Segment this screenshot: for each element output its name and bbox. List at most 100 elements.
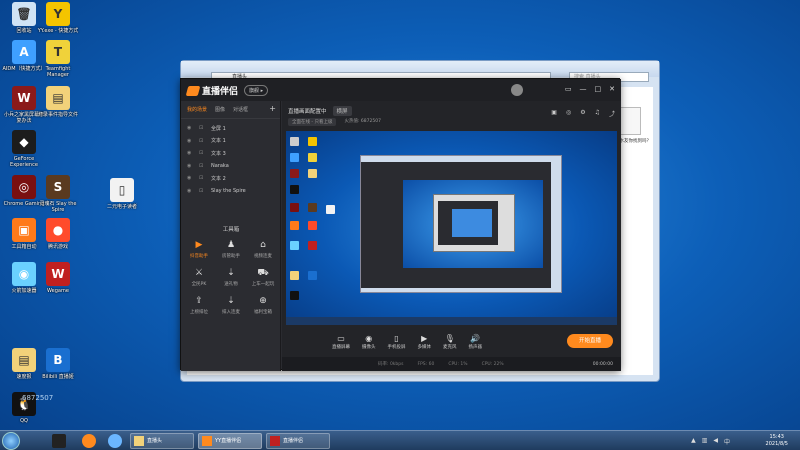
app-titlebar[interactable]: 直播伴侣 旗舰 ▸ ▭ — □ ✕ bbox=[181, 79, 621, 101]
lock-icon[interactable]: ⊡ bbox=[199, 138, 205, 144]
desktop-icon[interactable]: ◆ GeForce Experience bbox=[2, 130, 46, 168]
taskbar-task-label: 直播伴侣 bbox=[283, 438, 304, 444]
tool-icon: ⚔ bbox=[194, 268, 204, 278]
desktop-icon[interactable]: ▤ 灯录事件指导文件 bbox=[36, 86, 80, 118]
eye-icon[interactable]: ◉ bbox=[187, 188, 193, 194]
eye-icon[interactable]: ◉ bbox=[187, 125, 193, 131]
share-icon[interactable]: ⤴ bbox=[609, 109, 615, 118]
taskbar-task[interactable]: YY直播伴侣 bbox=[198, 433, 262, 449]
clock[interactable]: 15:43 2021/8/5 bbox=[766, 434, 788, 448]
source-icon: ◉ bbox=[365, 334, 373, 343]
desktop-app-icon: ▣ bbox=[12, 218, 36, 242]
settings-icon[interactable]: ⚙ bbox=[580, 109, 585, 118]
bell-icon[interactable]: ♫ bbox=[595, 109, 600, 118]
settings-menu-icon[interactable]: ▭ bbox=[565, 85, 572, 93]
tool-label: 全民PK bbox=[191, 282, 207, 287]
maximize-button[interactable]: □ bbox=[595, 85, 602, 93]
app-logo: 直播伴侣 旗舰 ▸ bbox=[185, 84, 269, 97]
ime-icon[interactable]: 中 bbox=[724, 437, 730, 446]
taskbar-task[interactable]: 直播伴侣 bbox=[266, 433, 330, 449]
system-tray: ▲ ▥ ◀ 中 bbox=[691, 437, 730, 446]
tool-item[interactable]: ▶ 抖音助手 bbox=[183, 239, 215, 259]
media-taskbar-icon[interactable] bbox=[82, 434, 96, 448]
desktop-icon[interactable]: W Wegame bbox=[36, 262, 80, 294]
scene-item[interactable]: ◉ ⊡ 全屏 1 bbox=[181, 122, 280, 135]
source-label: 扬声器 bbox=[468, 345, 483, 350]
desktop-icon-label: 灵魂石 Slay the Spire bbox=[39, 201, 77, 213]
file-icon[interactable] bbox=[619, 107, 641, 135]
scene-item[interactable]: ◉ ⊡ Naraka bbox=[181, 160, 280, 173]
tool-item[interactable]: ♟ 房管助手 bbox=[215, 239, 247, 259]
source-button[interactable]: 🎙 麦克风 bbox=[443, 334, 457, 350]
source-icon: ▯ bbox=[394, 334, 399, 343]
eye-icon[interactable]: ◉ bbox=[187, 175, 193, 181]
preview-desktop-icon bbox=[308, 153, 317, 162]
layout-icon[interactable]: ▣ bbox=[551, 109, 557, 118]
desktop-icon[interactable]: S 灵魂石 Slay the Spire bbox=[36, 175, 80, 213]
desktop-icon[interactable]: ▯ 二元电子读者 bbox=[100, 178, 144, 210]
scene-item[interactable]: ◉ ⊡ Slay the Spire bbox=[181, 185, 280, 198]
clock-time: 15:43 bbox=[769, 434, 784, 440]
desktop-icon-label: 灯录事件指导文件 bbox=[37, 112, 78, 118]
scene-tabs: 我的场景 图像 对话框 bbox=[181, 101, 280, 119]
desktop-icon-label: Bilibili 直播姬 bbox=[42, 374, 74, 380]
volume-icon[interactable]: ◀ bbox=[713, 437, 718, 446]
desktop-icon[interactable]: B Bilibili 直播姬 bbox=[36, 348, 80, 380]
avatar[interactable] bbox=[511, 84, 523, 96]
lock-icon[interactable]: ⊡ bbox=[199, 150, 205, 156]
tab-images[interactable]: 图像 bbox=[215, 106, 225, 113]
eye-icon[interactable]: ◉ bbox=[187, 150, 193, 156]
scene-item[interactable]: ◉ ⊡ 文本 1 bbox=[181, 135, 280, 148]
version-chip[interactable]: 旗舰 ▸ bbox=[244, 85, 269, 96]
tray-up-icon[interactable]: ▲ bbox=[691, 437, 696, 446]
tool-item[interactable]: ⊕ 福利宝箱 bbox=[247, 295, 279, 315]
lock-icon[interactable]: ⊡ bbox=[199, 188, 205, 194]
stream-preview[interactable] bbox=[286, 131, 617, 325]
scene-label: Naraka bbox=[211, 162, 229, 169]
source-label: 摄像头 bbox=[362, 345, 376, 350]
eye-icon[interactable]: ◉ bbox=[187, 163, 193, 169]
scene-item[interactable]: ◉ ⊡ 文本 2 bbox=[181, 172, 280, 185]
desktop-icon[interactable]: Y YY.exe - 快捷方式 bbox=[36, 2, 80, 34]
source-button[interactable]: ◉ 摄像头 bbox=[362, 334, 376, 350]
tab-my-scenes[interactable]: 我的场景 bbox=[187, 106, 207, 113]
preview-desktop-icon bbox=[326, 205, 335, 214]
eye-icon[interactable]: ◉ bbox=[187, 138, 193, 144]
tool-icon: ⇣ bbox=[227, 296, 235, 306]
tool-item[interactable]: ⌂ 视频连麦 bbox=[247, 239, 279, 259]
status-bar: 码率: 0kbps FPS: 60 CPU: 1% CPU: 22% 00:00… bbox=[282, 357, 621, 371]
tab-dialog[interactable]: 对话框 bbox=[233, 106, 248, 113]
lock-icon[interactable]: ⊡ bbox=[199, 175, 205, 181]
preview-desktop-icon bbox=[290, 137, 299, 146]
go-live-button[interactable]: 开始直播 bbox=[567, 334, 613, 348]
taskbar-task[interactable]: 直播头 bbox=[130, 433, 194, 449]
tool-item[interactable]: ⇣ 排入连麦 bbox=[215, 295, 247, 315]
desktop-icon-label: QQ bbox=[20, 418, 28, 424]
minimize-button[interactable]: — bbox=[580, 85, 587, 93]
desktop-app-icon: ◉ bbox=[12, 262, 36, 286]
lock-icon[interactable]: ⊡ bbox=[199, 163, 205, 169]
orientation-chip[interactable]: 横屏 bbox=[332, 106, 352, 116]
explorer-taskbar-icon[interactable] bbox=[108, 434, 122, 448]
tool-item[interactable]: ⇪ 上榜排位 bbox=[183, 295, 215, 315]
qq-taskbar-icon[interactable] bbox=[52, 434, 66, 448]
start-button[interactable] bbox=[2, 432, 20, 450]
desktop-icon[interactable]: T Teamfight Manager bbox=[36, 40, 80, 78]
source-button[interactable]: 🔊 扬声器 bbox=[469, 334, 483, 350]
source-button[interactable]: ▯ 手机投屏 bbox=[388, 334, 406, 350]
add-scene-button[interactable]: + bbox=[269, 104, 276, 113]
audience-filter[interactable]: 全面在线 - 只看上级 bbox=[288, 118, 337, 126]
tool-item[interactable]: ⇣ 送礼物 bbox=[215, 267, 247, 287]
scene-item[interactable]: ◉ ⊡ 文本 3 bbox=[181, 147, 280, 160]
close-button[interactable]: ✕ bbox=[609, 85, 615, 93]
desktop-icon-label: 二元电子读者 bbox=[106, 204, 137, 210]
lock-icon[interactable]: ⊡ bbox=[199, 125, 205, 131]
source-button[interactable]: ▭ 直播屏幕 bbox=[332, 334, 350, 350]
record-icon[interactable]: ◎ bbox=[566, 109, 571, 118]
source-button[interactable]: ▶ 多媒体 bbox=[418, 334, 432, 350]
tool-item[interactable]: ⛟ 上车一起玩 bbox=[247, 267, 279, 287]
tool-item[interactable]: ⚔ 全民PK bbox=[183, 267, 215, 287]
network-icon[interactable]: ▥ bbox=[702, 437, 708, 446]
desktop-icon[interactable]: ● 腾讯游戏 bbox=[36, 218, 80, 250]
preview-desktop-icon bbox=[290, 291, 299, 300]
